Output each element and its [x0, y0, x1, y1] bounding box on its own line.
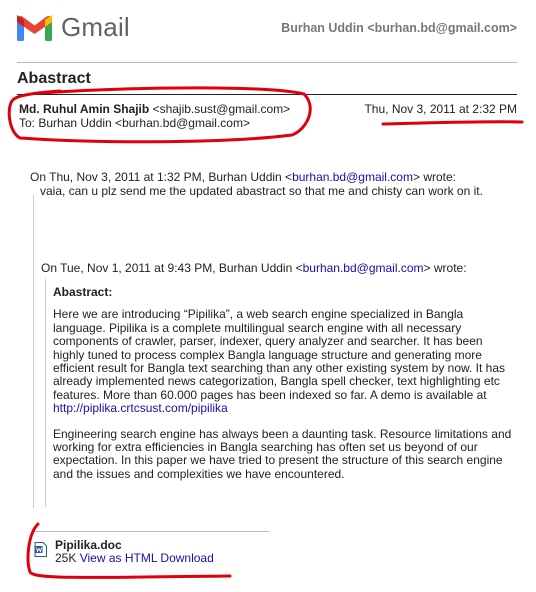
quote-attribution: On Thu, Nov 3, 2011 at 1:32 PM, Burhan U… [30, 170, 457, 184]
quote-body: vaia, can u plz send me the updated abas… [40, 184, 483, 198]
view-as-html-link[interactable]: View as HTML [80, 551, 157, 565]
gmail-logo[interactable]: Gmail [16, 12, 130, 43]
word-doc-icon [34, 542, 47, 557]
sender-name: Md. Ruhul Amin Shajib [19, 102, 150, 116]
attachment-filename: Pipilika.doc [55, 538, 122, 552]
download-link[interactable]: Download [160, 551, 213, 565]
subject-divider [17, 94, 517, 95]
demo-link[interactable]: http://piplika.crtcsust.com/pipilika [53, 401, 228, 415]
attachment-size: 25K [55, 551, 77, 565]
logo-text: Gmail [61, 12, 130, 42]
abstract-paragraph-2: Engineering search engine has always bee… [53, 426, 512, 481]
recipient-line: To: Burhan Uddin <burhan.bd@gmail.com> [19, 116, 250, 130]
abstract-heading: Abastract: [53, 285, 113, 299]
header-divider [17, 62, 517, 63]
header: Gmail Burhan Uddin <burhan.bd@gmail.com> [0, 0, 536, 56]
quote-email-link[interactable]: burhan.bd@gmail.com [292, 170, 413, 184]
account-label: Burhan Uddin <burhan.bd@gmail.com> [281, 21, 517, 35]
quoted-reply: On Thu, Nov 3, 2011 at 1:32 PM, Burhan U… [30, 170, 483, 198]
quote-attribution-nested: On Tue, Nov 1, 2011 at 9:43 PM, Burhan U… [41, 261, 467, 275]
abstract-paragraph-1: Here we are introducing “Pipilika”, a we… [53, 307, 506, 416]
sender-line: Md. Ruhul Amin Shajib <shajib.sust@gmail… [19, 102, 290, 116]
sender-email: <shajib.sust@gmail.com> [152, 102, 291, 116]
attachment-divider [33, 531, 269, 532]
gmail-m-icon [17, 14, 52, 41]
date-underline-annotation [381, 120, 524, 126]
quote-email-link-nested[interactable]: burhan.bd@gmail.com [303, 261, 424, 275]
quote-bar [33, 195, 34, 508]
sent-date: Thu, Nov 3, 2011 at 2:32 PM [364, 102, 517, 116]
attachment-meta: 25K View as HTML Download [55, 551, 214, 565]
quoted-abstract: Abastract: Here we are introducing “Pipi… [53, 285, 513, 493]
email-subject: Abastract [17, 70, 91, 87]
quote-bar-nested [45, 279, 46, 507]
